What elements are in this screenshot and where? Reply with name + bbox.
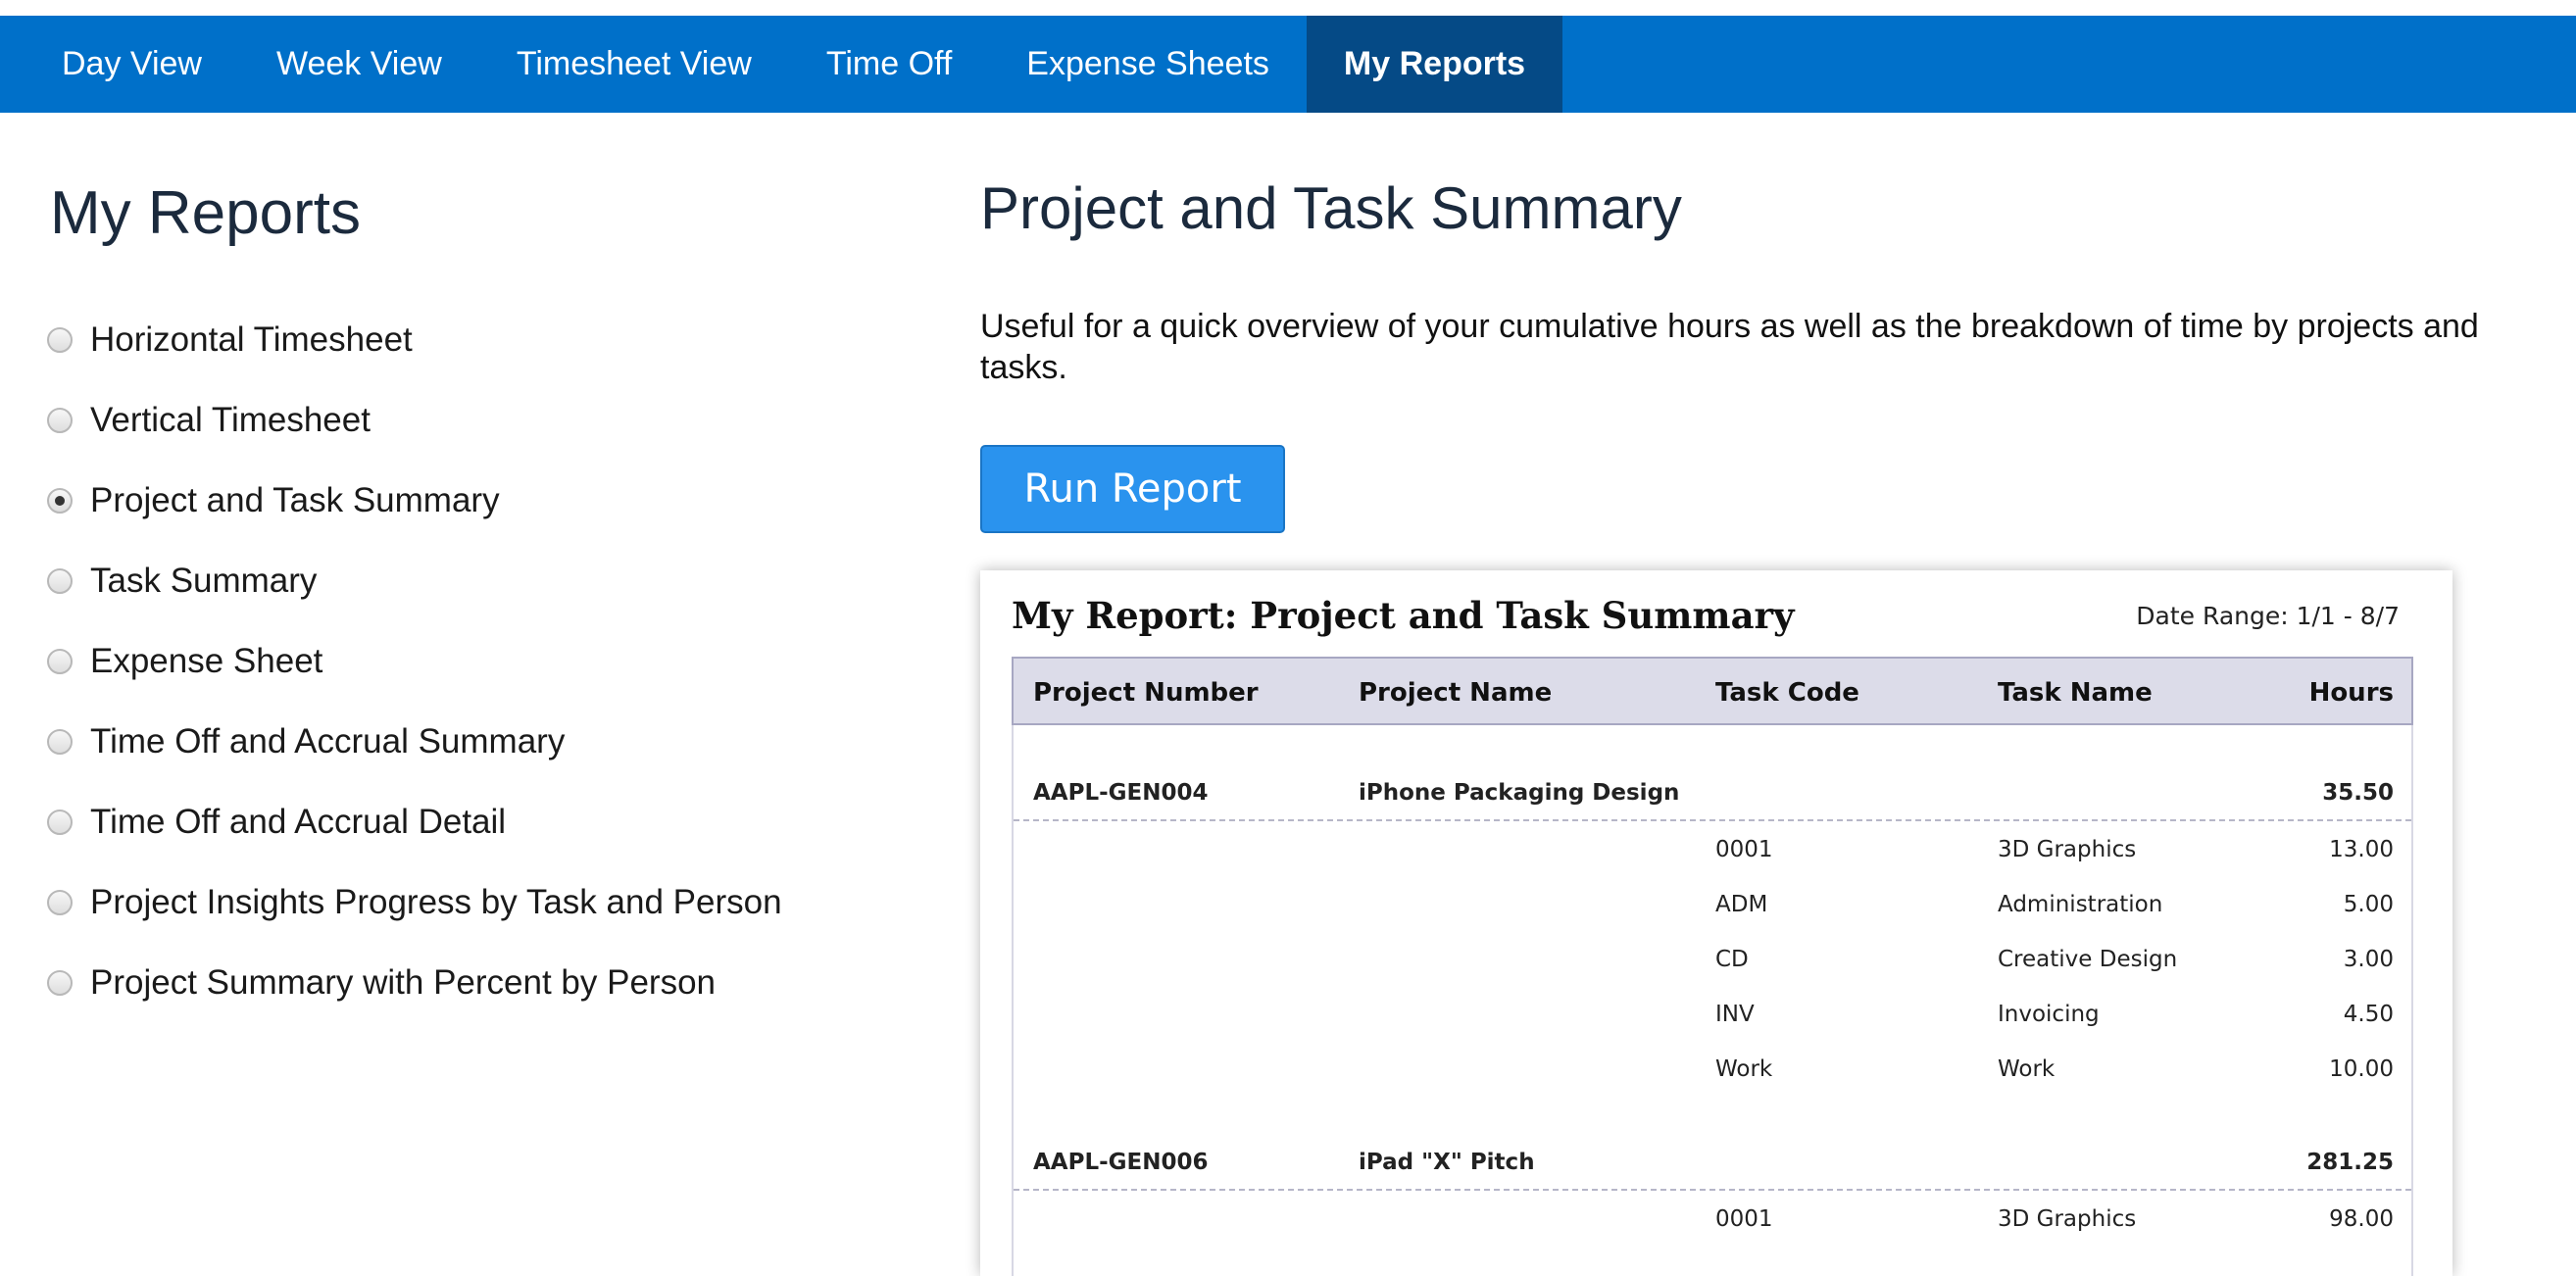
report-option-label: Expense Sheet xyxy=(90,642,323,680)
radio-button[interactable] xyxy=(47,729,73,755)
report-option-label: Project Summary with Percent by Person xyxy=(90,963,717,1002)
task-hours: 3.00 xyxy=(2343,947,2394,972)
task-row: CD Creative Design 3.00 xyxy=(1014,933,2411,988)
report-option-time-off-accrual-summary[interactable]: Time Off and Accrual Summary xyxy=(47,702,782,782)
report-option-horizontal-timesheet[interactable]: Horizontal Timesheet xyxy=(47,300,782,380)
report-option-time-off-accrual-detail[interactable]: Time Off and Accrual Detail xyxy=(47,782,782,862)
report-option-label: Horizontal Timesheet xyxy=(90,320,413,359)
radio-button[interactable] xyxy=(47,649,73,674)
report-option-task-summary[interactable]: Task Summary xyxy=(47,541,782,621)
task-name: Work xyxy=(1998,1056,2056,1082)
project-hours: 281.25 xyxy=(2306,1150,2394,1175)
radio-button[interactable] xyxy=(47,408,73,433)
tab-time-off[interactable]: Time Off xyxy=(789,16,989,113)
task-hours: 98.00 xyxy=(2329,1206,2394,1232)
task-code: 0001 xyxy=(1715,837,1773,862)
project-name: iPad "X" Pitch xyxy=(1359,1150,1535,1175)
task-hours: 10.00 xyxy=(2329,1056,2394,1082)
top-nav: Day View Week View Timesheet View Time O… xyxy=(0,16,2576,113)
radio-button[interactable] xyxy=(47,568,73,594)
project-row: AAPL-GEN006 iPad "X" Pitch 281.25 xyxy=(1014,1136,2411,1191)
col-project-name: Project Name xyxy=(1359,678,1553,708)
task-code: Work xyxy=(1715,1056,1773,1082)
report-option-label: Task Summary xyxy=(90,562,318,600)
tab-my-reports[interactable]: My Reports xyxy=(1306,16,1563,113)
tab-day-view[interactable]: Day View xyxy=(0,16,239,113)
report-option-project-and-task-summary[interactable]: Project and Task Summary xyxy=(47,461,782,541)
col-hours: Hours xyxy=(2308,678,2394,708)
preview-title: My Report: Project and Task Summary xyxy=(1012,594,1795,637)
task-name: 3D Graphics xyxy=(1998,837,2137,862)
sidebar-title: My Reports xyxy=(50,179,361,247)
project-row: AAPL-GEN004 iPhone Packaging Design 35.5… xyxy=(1014,766,2411,821)
preview-date-range: Date Range: 1/1 - 8/7 xyxy=(2136,602,2400,630)
tab-timesheet-view[interactable]: Timesheet View xyxy=(479,16,789,113)
task-row: 0001 3D Graphics 13.00 xyxy=(1014,823,2411,878)
radio-button[interactable] xyxy=(47,327,73,353)
task-name: Invoicing xyxy=(1998,1002,2100,1027)
task-hours: 5.00 xyxy=(2343,892,2394,917)
run-report-button[interactable]: Run Report xyxy=(980,445,1285,533)
task-code: 0001 xyxy=(1715,1206,1773,1232)
task-hours: 4.50 xyxy=(2343,1002,2394,1027)
report-option-label: Vertical Timesheet xyxy=(90,401,371,439)
radio-button[interactable] xyxy=(47,970,73,996)
report-title: Project and Task Summary xyxy=(980,175,1682,241)
task-row: ADM Administration 5.00 xyxy=(1014,878,2411,933)
tab-week-view[interactable]: Week View xyxy=(239,16,479,113)
report-option-label: Time Off and Accrual Summary xyxy=(90,722,566,761)
report-description: Useful for a quick overview of your cumu… xyxy=(980,308,2479,386)
task-name: 3D Graphics xyxy=(1998,1206,2137,1232)
task-row: INV Invoicing 4.50 xyxy=(1014,988,2411,1043)
radio-button[interactable] xyxy=(47,890,73,915)
col-task-name: Task Name xyxy=(1998,678,2153,708)
task-row: 0001 3D Graphics 98.00 xyxy=(1014,1193,2411,1248)
report-option-expense-sheet[interactable]: Expense Sheet xyxy=(47,621,782,702)
report-list: Horizontal Timesheet Vertical Timesheet … xyxy=(47,300,782,1023)
report-option-project-summary-percent[interactable]: Project Summary with Percent by Person xyxy=(47,943,782,1023)
task-row: Work Work 10.00 xyxy=(1014,1043,2411,1098)
project-number: AAPL-GEN006 xyxy=(1033,1150,1209,1175)
radio-button-selected[interactable] xyxy=(47,488,73,514)
project-hours: 35.50 xyxy=(2322,780,2394,806)
task-code: ADM xyxy=(1715,892,1768,917)
tab-expense-sheets[interactable]: Expense Sheets xyxy=(989,16,1307,113)
task-code: INV xyxy=(1715,1002,1755,1027)
project-number: AAPL-GEN004 xyxy=(1033,780,1209,806)
preview-table-body: AAPL-GEN004 iPhone Packaging Design 35.5… xyxy=(1012,725,2413,1276)
project-name: iPhone Packaging Design xyxy=(1359,780,1680,806)
report-option-label: Project Insights Progress by Task and Pe… xyxy=(90,883,782,921)
report-option-vertical-timesheet[interactable]: Vertical Timesheet xyxy=(47,380,782,461)
radio-button[interactable] xyxy=(47,810,73,835)
col-task-code: Task Code xyxy=(1715,678,1859,708)
report-option-project-insights-progress[interactable]: Project Insights Progress by Task and Pe… xyxy=(47,862,782,943)
col-project-number: Project Number xyxy=(1033,678,1259,708)
preview-table-header: Project Number Project Name Task Code Ta… xyxy=(1012,657,2413,725)
task-name: Administration xyxy=(1998,892,2163,917)
task-code: CD xyxy=(1715,947,1749,972)
report-option-label: Project and Task Summary xyxy=(90,481,500,519)
task-hours: 13.00 xyxy=(2329,837,2394,862)
report-option-label: Time Off and Accrual Detail xyxy=(90,803,507,841)
report-preview: My Report: Project and Task Summary Date… xyxy=(980,570,2452,1276)
task-name: Creative Design xyxy=(1998,947,2178,972)
